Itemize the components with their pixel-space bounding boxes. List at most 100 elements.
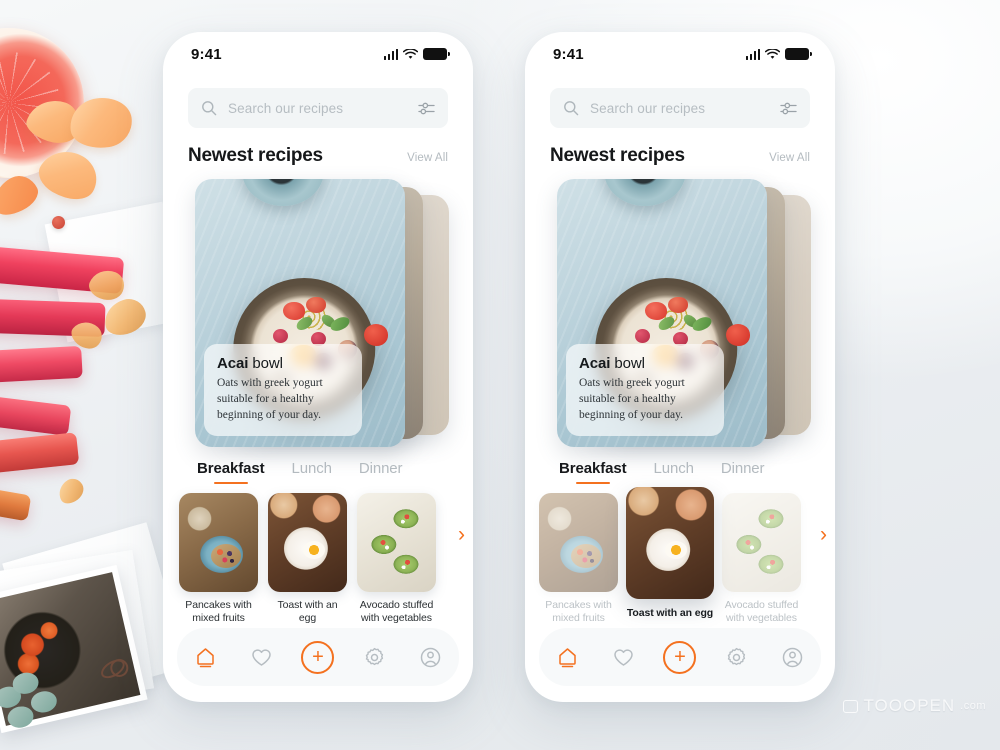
nav-favorites-button[interactable] bbox=[604, 637, 644, 677]
search-section: Search our recipes bbox=[163, 76, 473, 128]
strawberry-element bbox=[726, 323, 751, 346]
hero-recipe-description: Oats with greek yogurt suitable for a he… bbox=[217, 377, 323, 422]
phone-mockup-selected-state: 9:41 Search our recipes Newest recipes V… bbox=[525, 32, 835, 702]
search-bar[interactable]: Search our recipes bbox=[550, 88, 810, 128]
thumbnail-image-pancakes[interactable] bbox=[179, 493, 258, 592]
hero-title-bold: Acai bbox=[217, 355, 249, 373]
phone-mockup-default-state: 9:41 Search our recipes Newest recipes V… bbox=[163, 32, 473, 702]
site-watermark: TOOOPEN .com bbox=[843, 696, 986, 716]
nav-add-button[interactable]: + bbox=[660, 637, 700, 677]
eucalyptus-prop bbox=[0, 665, 71, 732]
plus-circle-icon: + bbox=[663, 640, 697, 674]
tab-lunch[interactable]: Lunch bbox=[291, 460, 331, 484]
view-all-link[interactable]: View All bbox=[407, 152, 448, 164]
nav-add-button[interactable]: + bbox=[298, 637, 338, 677]
home-icon bbox=[558, 648, 576, 668]
list-item[interactable]: Toast with an egg bbox=[268, 493, 347, 626]
status-indicators bbox=[745, 48, 812, 60]
wifi-icon bbox=[403, 48, 418, 59]
nav-favorites-button[interactable] bbox=[242, 637, 282, 677]
tab-breakfast[interactable]: Breakfast bbox=[559, 460, 627, 484]
watermark-text: TOOOPEN bbox=[863, 696, 956, 715]
heart-icon bbox=[252, 648, 271, 666]
search-bar[interactable]: Search our recipes bbox=[188, 88, 448, 128]
filter-sliders-icon[interactable] bbox=[780, 101, 797, 116]
gear-icon bbox=[727, 647, 745, 665]
category-tabs: Breakfast Lunch Dinner bbox=[163, 454, 473, 484]
featured-recipe-carousel[interactable]: Acai bowl Oats with greek yogurt suitabl… bbox=[525, 179, 835, 454]
search-input[interactable]: Search our recipes bbox=[590, 101, 780, 116]
thumbnail-image-toast[interactable] bbox=[626, 487, 714, 599]
watermark-logo-icon bbox=[843, 699, 859, 713]
search-section: Search our recipes bbox=[525, 76, 835, 128]
status-bar: 9:41 bbox=[163, 32, 473, 76]
heart-icon bbox=[614, 648, 633, 666]
list-item[interactable]: Pancakes with mixed fruits bbox=[539, 493, 618, 626]
dried-leaf-prop bbox=[54, 474, 88, 508]
signal-bars-icon bbox=[745, 48, 760, 60]
bottom-navigation-bar: + bbox=[539, 628, 821, 686]
list-item[interactable]: Avocado stuffed with vegetables bbox=[722, 493, 801, 626]
wifi-icon bbox=[765, 48, 780, 59]
nav-home-button[interactable] bbox=[185, 637, 225, 677]
tab-lunch[interactable]: Lunch bbox=[653, 460, 693, 484]
list-item-selected[interactable]: Toast with an egg bbox=[626, 487, 714, 620]
list-item[interactable]: Avocado stuffed with vegetables bbox=[357, 493, 436, 626]
page-title: Newest recipes bbox=[550, 145, 685, 166]
battery-icon bbox=[423, 48, 450, 60]
hero-recipe-title: Acai bowl bbox=[579, 355, 711, 372]
featured-recipe-carousel[interactable]: Acai bowl Oats with greek yogurt suitabl… bbox=[163, 179, 473, 454]
chevron-right-icon[interactable]: › bbox=[458, 524, 465, 545]
search-icon bbox=[202, 101, 217, 116]
search-input[interactable]: Search our recipes bbox=[228, 101, 418, 116]
profile-icon bbox=[421, 647, 441, 667]
view-all-link[interactable]: View All bbox=[769, 152, 810, 164]
plus-circle-icon: + bbox=[301, 640, 335, 674]
list-item-label: Avocado stuffed with vegetables bbox=[359, 599, 434, 625]
thumbnail-image-avocado[interactable] bbox=[722, 493, 801, 592]
list-item-label: Avocado stuffed with vegetables bbox=[724, 599, 799, 625]
watermark-suffix: .com bbox=[960, 700, 986, 712]
list-item-label: Toast with an egg bbox=[626, 607, 714, 619]
list-item[interactable]: Pancakes with mixed fruits bbox=[179, 493, 258, 626]
status-time: 9:41 bbox=[191, 45, 222, 63]
rhubarb-stalk-prop bbox=[0, 432, 80, 480]
app-screen: 9:41 Search our recipes Newest recipes V… bbox=[525, 32, 835, 702]
tab-dinner[interactable]: Dinner bbox=[721, 460, 765, 484]
strawberry-element bbox=[364, 323, 389, 346]
hero-card-front[interactable]: Acai bowl Oats with greek yogurt suitabl… bbox=[195, 179, 405, 447]
filter-sliders-icon[interactable] bbox=[418, 101, 435, 116]
rhubarb-stalk-prop bbox=[0, 390, 72, 436]
nav-settings-button[interactable] bbox=[354, 637, 394, 677]
list-item-label: Toast with an egg bbox=[277, 599, 338, 625]
recipe-thumbnail-list: Pancakes with mixed fruits Toast with an… bbox=[163, 484, 473, 626]
nav-home-button[interactable] bbox=[547, 637, 587, 677]
nav-profile-button[interactable] bbox=[773, 637, 813, 677]
status-indicators bbox=[383, 48, 450, 60]
thumbnail-image-avocado[interactable] bbox=[357, 493, 436, 592]
section-header: Newest recipes View All bbox=[525, 128, 835, 167]
app-screen: 9:41 Search our recipes Newest recipes V… bbox=[163, 32, 473, 702]
tab-breakfast[interactable]: Breakfast bbox=[197, 460, 265, 484]
page-title: Newest recipes bbox=[188, 145, 323, 166]
thumbnail-image-pancakes[interactable] bbox=[539, 493, 618, 592]
nav-profile-button[interactable] bbox=[411, 637, 451, 677]
nav-settings-button[interactable] bbox=[716, 637, 756, 677]
status-bar: 9:41 bbox=[525, 32, 835, 76]
hero-card-front[interactable]: Acai bowl Oats with greek yogurt suitabl… bbox=[557, 179, 767, 447]
signal-bars-icon bbox=[383, 48, 398, 60]
rhubarb-stalk-prop bbox=[0, 476, 32, 522]
status-time: 9:41 bbox=[553, 45, 584, 63]
category-tabs: Breakfast Lunch Dinner bbox=[525, 454, 835, 484]
hero-recipe-label: Acai bowl Oats with greek yogurt suitabl… bbox=[566, 344, 724, 436]
tab-dinner[interactable]: Dinner bbox=[359, 460, 403, 484]
hero-recipe-label: Acai bowl Oats with greek yogurt suitabl… bbox=[204, 344, 362, 436]
hero-recipe-description: Oats with greek yogurt suitable for a he… bbox=[579, 377, 685, 422]
berry-prop bbox=[52, 216, 65, 229]
hero-recipe-title: Acai bowl bbox=[217, 355, 349, 372]
battery-icon bbox=[785, 48, 812, 60]
thumbnail-image-toast[interactable] bbox=[268, 493, 347, 592]
chevron-right-icon[interactable]: › bbox=[820, 524, 827, 545]
home-icon bbox=[196, 648, 214, 668]
rhubarb-stalk-prop bbox=[0, 345, 83, 387]
